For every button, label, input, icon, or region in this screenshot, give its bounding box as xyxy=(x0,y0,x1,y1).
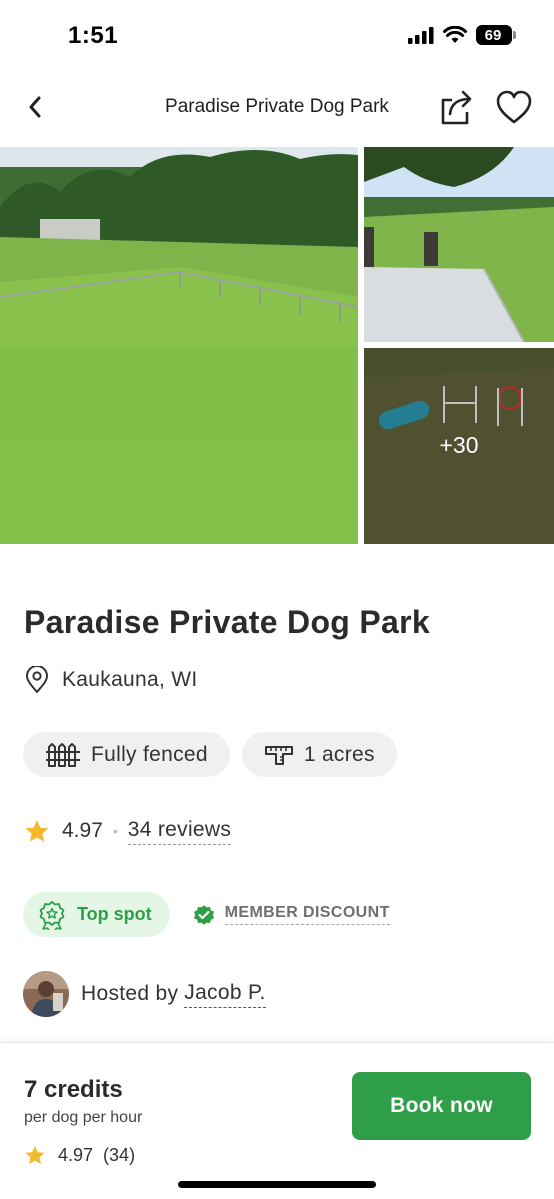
main-photo[interactable] xyxy=(0,147,358,544)
location-pin-icon xyxy=(26,666,48,693)
chip-fully-fenced: Fully fenced xyxy=(23,732,230,777)
rating-value: 4.97 xyxy=(62,819,103,842)
status-bar: 1:51 69 xyxy=(0,0,554,72)
battery-cap xyxy=(513,31,516,39)
top-spot-badge: Top spot xyxy=(23,892,170,937)
booking-bar: 7 credits per dog per hour 4.97 (34) Boo… xyxy=(0,1042,554,1199)
feature-chips: Fully fenced 1 acres xyxy=(23,732,397,777)
booking-rating: 4.97 (34) xyxy=(24,1145,135,1166)
chip-acres: 1 acres xyxy=(241,732,397,777)
star-icon xyxy=(25,1145,45,1165)
host-avatar[interactable] xyxy=(23,971,69,1017)
share-icon xyxy=(441,90,472,125)
more-photos-count: +30 xyxy=(439,432,479,458)
cellular-signal-icon xyxy=(408,26,434,44)
nav-bar: Paradise Private Dog Park xyxy=(0,72,554,144)
price: 7 credits xyxy=(24,1076,123,1103)
verified-check-icon xyxy=(193,904,214,925)
home-indicator[interactable] xyxy=(178,1181,376,1188)
host-name-link[interactable]: Jacob P. xyxy=(184,981,266,1008)
status-time: 1:51 xyxy=(68,22,119,49)
hosted-by-label: Hosted by xyxy=(81,982,179,1005)
park-title: Paradise Private Dog Park xyxy=(24,604,430,640)
separator-dot: • xyxy=(112,823,118,839)
book-now-button[interactable]: Book now xyxy=(352,1072,531,1140)
top-spot-label: Top spot xyxy=(77,904,152,924)
award-ribbon-icon xyxy=(39,900,65,930)
heart-icon xyxy=(496,90,532,124)
host-avatar-image xyxy=(23,971,69,1017)
ruler-icon xyxy=(264,745,293,765)
host-row: Hosted by Jacob P. xyxy=(23,971,266,1017)
chip-label: 1 acres xyxy=(303,742,375,766)
battery-level: 69 xyxy=(476,25,512,45)
location-text: Kaukauna, WI xyxy=(62,668,198,691)
status-icons: 69 xyxy=(408,25,516,45)
location-row: Kaukauna, WI xyxy=(24,666,198,694)
share-button[interactable] xyxy=(438,88,474,126)
fence-icon xyxy=(46,742,80,767)
park-tree-image xyxy=(364,147,554,342)
badges-row: Top spot MEMBER DISCOUNT xyxy=(23,892,390,937)
booking-rating-value: 4.97 xyxy=(58,1145,94,1165)
more-photos-tile[interactable]: +30 xyxy=(364,348,554,544)
price-unit: per dog per hour xyxy=(24,1109,143,1126)
reviews-link[interactable]: 34 reviews xyxy=(127,818,232,845)
favorite-button[interactable] xyxy=(495,89,533,125)
photo-gallery: +30 xyxy=(0,147,554,544)
member-discount-label: MEMBER DISCOUNT xyxy=(224,904,390,925)
battery-indicator: 69 xyxy=(476,25,516,45)
rating-row: 4.97 • 34 reviews xyxy=(24,816,232,846)
chip-label: Fully fenced xyxy=(91,742,208,766)
secondary-photo[interactable] xyxy=(364,147,554,342)
member-discount-badge[interactable]: MEMBER DISCOUNT xyxy=(192,903,390,927)
star-icon xyxy=(25,819,49,842)
booking-review-count: (34) xyxy=(103,1145,136,1165)
wifi-icon xyxy=(443,26,467,43)
park-field-image xyxy=(0,147,358,544)
